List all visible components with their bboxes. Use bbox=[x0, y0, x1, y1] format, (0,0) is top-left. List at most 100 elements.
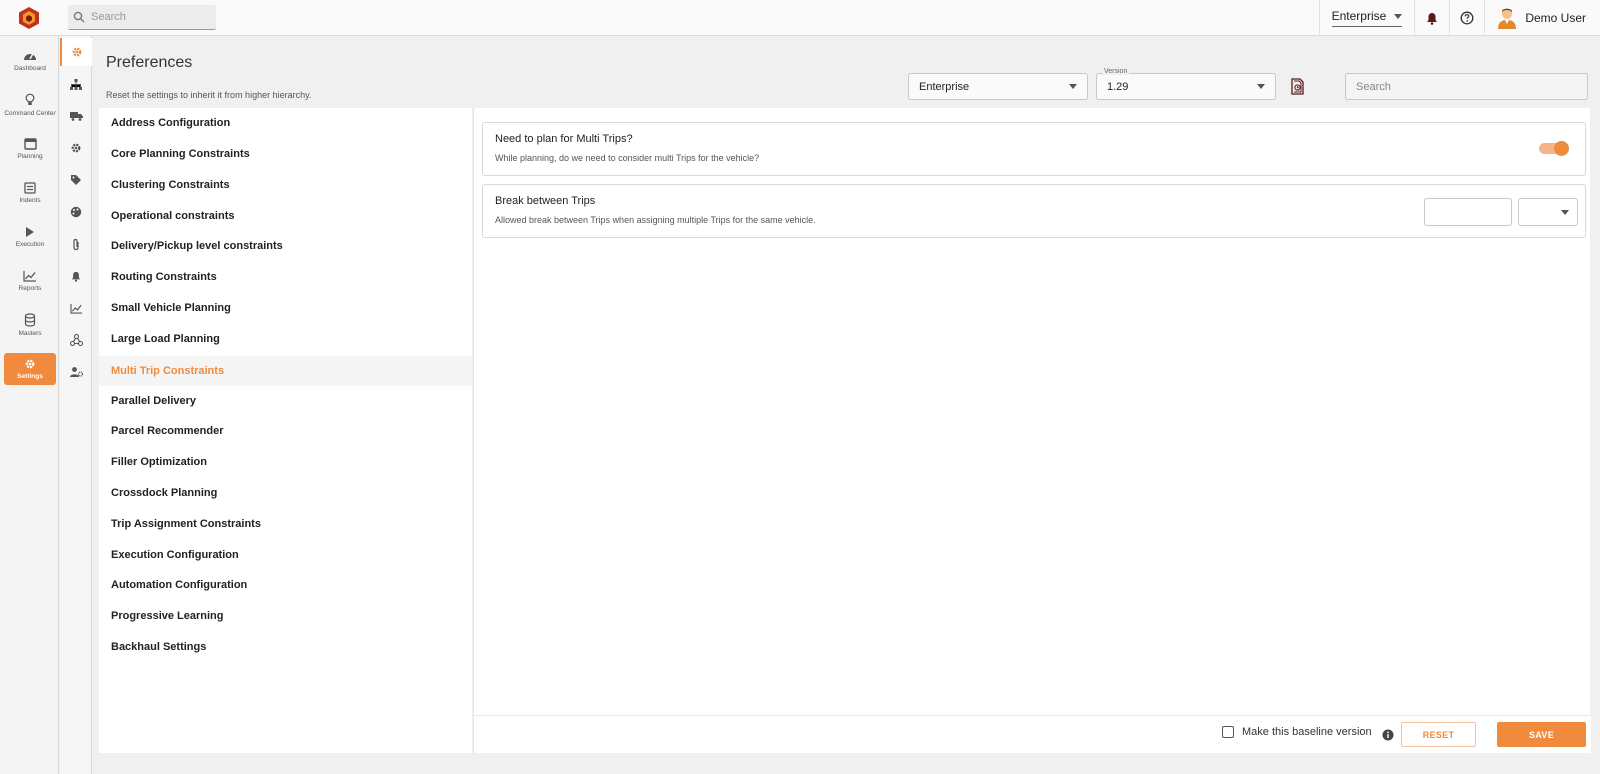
nav-item-indents[interactable]: Indents bbox=[4, 176, 56, 210]
category-item[interactable]: Clustering Constraints bbox=[99, 170, 472, 200]
footer-bar: Make this baseline version RESET SAVE bbox=[474, 715, 1591, 753]
subnav-vehicles[interactable] bbox=[60, 102, 92, 130]
category-item[interactable]: Execution Configuration bbox=[99, 540, 472, 570]
baseline-label: Make this baseline version bbox=[1242, 726, 1372, 738]
play-icon bbox=[26, 227, 34, 237]
network-icon bbox=[69, 334, 83, 346]
nav-item-execution[interactable]: Execution bbox=[4, 220, 56, 254]
help-button[interactable] bbox=[1449, 0, 1484, 36]
save-button[interactable]: SAVE bbox=[1497, 722, 1586, 747]
org-select[interactable]: Enterprise bbox=[1318, 0, 1415, 36]
caret-down-icon bbox=[1069, 84, 1077, 89]
settings-subnav bbox=[60, 36, 92, 774]
nav-label: Settings bbox=[17, 373, 43, 380]
subnav-preferences[interactable] bbox=[60, 38, 92, 66]
bell-icon bbox=[71, 271, 81, 282]
nav-label: Masters bbox=[18, 330, 42, 337]
search-icon bbox=[73, 11, 85, 23]
reset-button[interactable]: RESET bbox=[1401, 722, 1476, 747]
setting-title: Break between Trips bbox=[495, 195, 596, 207]
category-item[interactable]: Progressive Learning bbox=[99, 601, 472, 631]
break-duration-input[interactable] bbox=[1424, 198, 1512, 226]
user-settings-icon bbox=[69, 367, 83, 377]
org-level-value: Enterprise bbox=[919, 80, 970, 93]
subnav-settings[interactable] bbox=[60, 134, 92, 162]
global-search-placeholder: Search bbox=[91, 11, 126, 23]
category-item[interactable]: Trip Assignment Constraints bbox=[99, 509, 472, 539]
setting-card-multi-trips: Need to plan for Multi Trips? While plan… bbox=[482, 122, 1586, 176]
category-item[interactable]: Routing Constraints bbox=[99, 262, 472, 292]
paperclip-icon bbox=[73, 238, 79, 250]
caret-down-icon bbox=[1394, 13, 1403, 19]
category-item[interactable]: Automation Configuration bbox=[99, 570, 472, 600]
bell-icon bbox=[1427, 12, 1438, 25]
category-item[interactable]: Filler Optimization bbox=[99, 447, 472, 477]
nav-label: Indents bbox=[19, 197, 41, 204]
nav-item-planning[interactable]: Planning bbox=[4, 132, 56, 166]
nav-item-reports[interactable]: Reports bbox=[4, 264, 56, 298]
settings-search-input[interactable]: Search bbox=[1345, 73, 1588, 100]
avatar-icon bbox=[1498, 8, 1517, 29]
category-item[interactable]: Crossdock Planning bbox=[99, 478, 472, 508]
nav-label: Planning bbox=[17, 153, 43, 160]
nav-item-dashboard[interactable]: Dashboard bbox=[4, 44, 56, 78]
version-select[interactable]: 1.29 bbox=[1096, 73, 1276, 100]
subnav-theme[interactable] bbox=[60, 198, 92, 226]
nav-label: Dashboard bbox=[14, 65, 46, 72]
subnav-tags[interactable] bbox=[60, 166, 92, 194]
nav-label: Command Center bbox=[4, 110, 56, 117]
checkbox-box[interactable] bbox=[1222, 726, 1234, 738]
category-item-active[interactable]: Multi Trip Constraints bbox=[99, 356, 472, 386]
subnav-user-settings[interactable] bbox=[60, 358, 92, 386]
chart-icon bbox=[23, 271, 36, 282]
chart-icon bbox=[69, 303, 82, 314]
nav-item-masters[interactable]: Masters bbox=[4, 308, 56, 342]
category-item[interactable]: Operational constraints bbox=[99, 201, 472, 231]
category-item[interactable]: Address Configuration bbox=[99, 108, 472, 138]
nav-item-command-center[interactable]: Command Center bbox=[4, 88, 56, 122]
user-name: Demo User bbox=[1525, 11, 1586, 25]
baseline-checkbox[interactable]: Make this baseline version bbox=[1222, 726, 1372, 738]
truck-icon bbox=[69, 112, 83, 121]
app-logo[interactable] bbox=[18, 6, 40, 30]
org-level-select[interactable]: Enterprise bbox=[908, 73, 1088, 100]
category-list: Address Configuration Core Planning Cons… bbox=[99, 108, 472, 753]
user-menu[interactable]: Demo User bbox=[1484, 0, 1600, 36]
category-item[interactable]: Delivery/Pickup level constraints bbox=[99, 231, 472, 261]
category-item[interactable]: Core Planning Constraints bbox=[99, 139, 472, 169]
category-item[interactable]: Parcel Recommender bbox=[99, 416, 472, 446]
setting-title: Need to plan for Multi Trips? bbox=[495, 133, 633, 145]
setting-description: Allowed break between Trips when assigni… bbox=[495, 215, 816, 225]
setting-description: While planning, do we need to consider m… bbox=[495, 153, 760, 163]
subnav-reports[interactable] bbox=[60, 294, 92, 322]
multi-trips-toggle[interactable] bbox=[1539, 141, 1569, 156]
settings-search-placeholder: Search bbox=[1356, 80, 1391, 93]
global-search[interactable]: Search bbox=[68, 5, 216, 30]
notifications-button[interactable] bbox=[1414, 0, 1449, 36]
gear-icon bbox=[25, 359, 35, 369]
category-item[interactable]: Parallel Delivery bbox=[99, 386, 472, 416]
palette-icon bbox=[70, 206, 82, 218]
document-history-icon bbox=[1291, 78, 1304, 95]
subnav-hierarchy[interactable] bbox=[60, 70, 92, 98]
break-unit-select[interactable] bbox=[1518, 198, 1578, 226]
calendar-icon bbox=[23, 138, 37, 150]
dashboard-icon bbox=[24, 54, 36, 60]
info-icon[interactable] bbox=[1382, 728, 1394, 746]
subnav-integrations[interactable] bbox=[60, 326, 92, 354]
caret-down-icon bbox=[1561, 209, 1569, 215]
list-icon bbox=[24, 182, 36, 194]
category-item[interactable]: Small Vehicle Planning bbox=[99, 293, 472, 323]
nav-item-settings[interactable]: Settings bbox=[4, 353, 56, 385]
page-subtitle: Reset the settings to inherit it from hi… bbox=[106, 90, 312, 100]
category-item[interactable]: Backhaul Settings bbox=[99, 632, 472, 662]
tag-icon bbox=[71, 175, 81, 185]
page-title: Preferences bbox=[106, 54, 193, 71]
category-item[interactable]: Large Load Planning bbox=[99, 324, 472, 354]
subnav-attachments[interactable] bbox=[60, 230, 92, 258]
setting-card-break-between-trips: Break between Trips Allowed break betwee… bbox=[482, 184, 1586, 238]
toggle-knob bbox=[1554, 141, 1569, 156]
caret-down-icon bbox=[1257, 84, 1265, 89]
subnav-notifications[interactable] bbox=[60, 262, 92, 290]
version-history-button[interactable] bbox=[1290, 78, 1305, 100]
